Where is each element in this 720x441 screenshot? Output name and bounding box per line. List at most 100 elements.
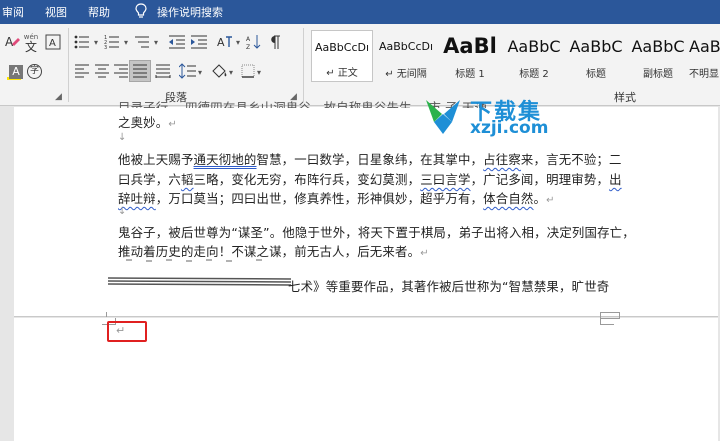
phonetic-guide-char: 文 [24,40,37,54]
style-title[interactable]: AaBbC 标题 [565,30,627,82]
text-fragment-underlined: 出 [609,172,622,187]
style-subtitle[interactable]: AaBbC 副标题 [627,30,689,82]
tell-me-search[interactable]: 操作说明搜索 [157,4,223,20]
text-fragment: 来，言无不验；二 [520,152,622,167]
line-break-mark: ↓ [118,206,127,217]
svg-text:3: 3 [104,45,107,50]
style-sample: AaBbC [569,37,623,56]
style-name: 标题 1 [455,69,485,80]
align-right-icon[interactable] [113,64,129,78]
text-line: 鬼谷子，被后世尊为“谋圣”。他隐于世外，将天下置于棋局，弟子出将入相，决定列国存… [118,225,635,240]
line-break-mark: ↓ [118,132,127,143]
text-fragment: 他被上天赐予 [118,152,194,167]
borders-dropdown-icon[interactable]: ▾ [257,68,261,77]
lightbulb-icon[interactable] [134,3,148,19]
style-normal[interactable]: AaBbCcDı ↵ 正文 [311,30,373,82]
asian-layout-dropdown-icon[interactable]: ▾ [236,38,240,47]
menu-view[interactable]: 视图 [45,4,67,20]
shading-icon[interactable] [210,63,228,79]
svg-text:A: A [49,38,56,49]
svg-text:A: A [5,35,14,49]
shading-dropdown-icon[interactable]: ▾ [229,68,233,77]
text-fragment-underlined: 占往察 [483,152,521,167]
text-line: 曰兵学，六韬三略，变化无穷，布阵行兵，变幻莫测，三曰言学，广记多闻，明理审势，出 [118,170,622,188]
text-fragment-underlined: 体合自然 [483,191,534,206]
style-sample: AaBbC [631,37,685,56]
paragraph-mark: ↵ [546,195,555,206]
styles-group-label: 样式 [614,91,636,104]
text-line: 辞吐辩，万口莫当；四曰出世，修真养性，形神俱妙，超乎万有，体合自然。↵ [118,189,555,207]
character-shading-button[interactable]: A [9,65,23,79]
multilevel-list-icon[interactable] [134,34,154,50]
align-left-icon[interactable] [74,64,90,78]
text-fragment: 曰兵学，六 [118,172,181,187]
bullets-icon[interactable] [74,34,94,50]
numbering-dropdown-icon[interactable]: ▾ [124,38,128,47]
ribbon-separator [68,28,69,102]
style-heading-2[interactable]: AaBbC 标题 2 [503,30,565,82]
text-line: 七术》等重要作品，其著作被后世称为“智慧禁果，旷世奇 [288,279,610,294]
style-sample: AaBbCcDı [378,40,434,53]
menu-review[interactable]: 审阅 [2,4,24,20]
style-name: 标题 [586,69,606,80]
clear-formatting-icon[interactable]: A [4,34,20,50]
svg-text:A: A [217,36,225,49]
phonetic-guide-button[interactable]: wén 文 [22,33,40,53]
text-fragment-underlined: 辞吐辩 [118,191,156,206]
menu-help[interactable]: 帮助 [88,4,110,20]
decrease-indent-icon[interactable] [168,34,186,50]
multilevel-dropdown-icon[interactable]: ▾ [154,38,158,47]
text-fragment: 。 [533,191,547,206]
style-no-spacing[interactable]: AaBbCcDı ↵ 无间隔 [375,30,437,82]
highlight-box [107,321,147,342]
sort-icon[interactable]: A Z [246,34,262,50]
text-fragment: 之奥妙。 [118,115,169,130]
watermark-url: xzji.com [470,118,549,138]
style-name: ↵ 正文 [326,68,358,79]
paragraph-mark: ↵ [168,119,177,130]
distorted-text-fragment [107,259,292,286]
character-border-icon[interactable]: A [45,34,63,50]
menu-bar: 审阅 视图 帮助 操作说明搜索 [0,0,720,24]
distributed-icon[interactable] [155,64,171,78]
paragraph-mark: ↵ [420,248,429,259]
text-fragment: 智慧，一曰数学，日星象纬，在其掌中， [256,152,484,167]
font-dialog-launcher-icon[interactable]: ◢ [55,92,65,102]
ribbon-separator [303,28,304,102]
download-arrow-icon [426,100,460,134]
show-paragraph-marks-icon[interactable] [268,34,282,50]
style-sample: AaBl [443,34,497,58]
style-sample: AaBbC [507,37,561,56]
bullets-dropdown-icon[interactable]: ▾ [94,38,98,47]
text-fragment: ，万口莫当；四曰出世，修真养性，形神俱妙，超乎万有， [155,191,484,206]
enclose-characters-button[interactable]: 字 [27,64,42,79]
watermark-logo: 下载集 xzji.com [420,94,570,140]
style-subtle-emphasis[interactable]: AaBbC 不明显 [689,30,720,82]
align-center-icon[interactable] [94,64,110,78]
justify-button[interactable] [129,60,151,82]
text-fragment: 三略，变化无穷，布阵行兵，变幻莫测， [193,172,421,187]
style-sample: AaBbCcDı [314,41,370,54]
ribbon: A wén 文 A A 字 ◢ ▾ 1 2 3 ▾ ▾ A ▾ A Z ▾ ▾ … [0,24,720,106]
svg-text:Z: Z [246,44,250,50]
borders-icon[interactable] [241,64,255,78]
text-fragment-underlined: 三曰言学 [420,172,471,187]
text-line: 他被上天赐予通天彻地的智慧，一曰数学，日星象纬，在其掌中，占往察来，言无不验；二 [118,150,622,168]
style-name: 不明显 [689,69,719,80]
asian-layout-icon[interactable]: A [216,34,236,50]
text-fragment-underlined: 韬 [180,172,194,187]
text-fragment-underlined: 通天彻地的 [193,152,257,167]
text-fragment: ，广记多闻，明理审势， [470,172,610,187]
line-spacing-icon[interactable] [179,63,197,79]
text-fragment: 推动着历史的走向！不谋之谋，前无古人，后无来者。 [118,244,421,259]
text-line: 之奥妙。↵ [118,113,177,131]
style-name: ↵ 无间隔 [385,69,427,80]
style-name: 副标题 [643,69,673,80]
numbering-icon[interactable]: 1 2 3 [104,34,124,50]
increase-indent-icon[interactable] [190,34,208,50]
crop-mark [600,318,614,325]
style-heading-1[interactable]: AaBl 标题 1 [439,30,501,82]
crop-mark [102,312,107,317]
line-spacing-dropdown-icon[interactable]: ▾ [198,68,202,77]
justify-icon [133,64,147,78]
